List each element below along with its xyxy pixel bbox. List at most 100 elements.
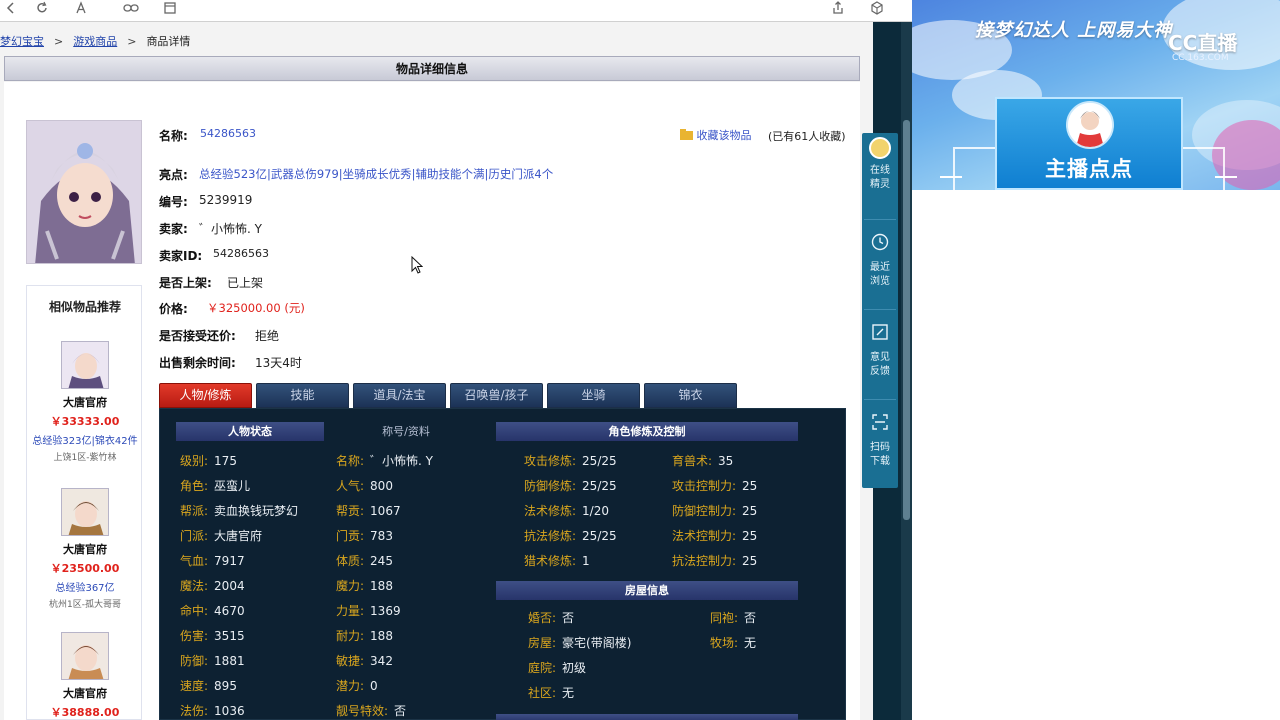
- float-label: 在线: [870, 165, 890, 176]
- stat-value: 25/25: [582, 454, 617, 468]
- remaining-time-value: 13天4时: [255, 356, 302, 370]
- stat-row: 抗法修炼: 25/25: [524, 527, 617, 544]
- stat-value: 25: [742, 529, 758, 543]
- back-icon[interactable]: [2, 1, 20, 19]
- stat-row: 力量: 1369: [336, 602, 401, 619]
- tab-pets[interactable]: 召唤兽/孩子: [450, 383, 543, 408]
- stat-value: 卖血换钱玩梦幻: [214, 504, 299, 518]
- stat-row: 法伤: 1036: [180, 702, 245, 719]
- stat-key: 同袍:: [710, 611, 739, 625]
- stat-key: 门派:: [180, 529, 209, 543]
- stat-key: 敏捷:: [336, 654, 365, 668]
- stat-key: 防御控制力:: [672, 504, 737, 518]
- similar-item-price: ￥38888.00: [50, 706, 120, 719]
- stat-row: 体质: 245: [336, 552, 393, 569]
- stat-key: 法术修炼:: [524, 504, 577, 518]
- frame-decoration: [1183, 147, 1225, 190]
- favorite-button[interactable]: 收藏该物品: [680, 127, 752, 143]
- stat-key: 名称:: [336, 454, 365, 468]
- stat-row: 牧场: 无: [710, 634, 756, 651]
- stat-value: 1: [582, 554, 590, 568]
- stat-value: 初级: [562, 661, 587, 675]
- stat-value: 否: [744, 611, 757, 625]
- similar-item-card[interactable]: 大唐官府 ￥38888.00: [27, 632, 143, 720]
- cc-live-domain: CC.163.COM: [1172, 53, 1229, 63]
- similar-item-desc[interactable]: 总经验323亿|锦衣42件: [27, 432, 143, 447]
- frame-decoration: [953, 147, 995, 190]
- stat-row: 门贡: 783: [336, 527, 393, 544]
- online-assistant-button[interactable]: 在线 精灵: [862, 137, 898, 192]
- tab-outfits[interactable]: 锦衣: [644, 383, 737, 408]
- stat-value: ゛小怖怖. Y: [370, 454, 434, 468]
- scan-download-button[interactable]: 扫码 下载: [862, 413, 898, 469]
- stat-row: 攻击控制力: 25: [672, 477, 757, 494]
- stat-key: 社区:: [528, 686, 557, 700]
- stat-value: 895: [214, 679, 237, 693]
- stat-key: 耐力:: [336, 629, 365, 643]
- stat-value: 3515: [214, 629, 245, 643]
- similar-item-card[interactable]: 大唐官府 ￥33333.00 总经验323亿|锦衣42件 上饶1区-紫竹林: [27, 341, 143, 463]
- stat-key: 防御修炼:: [524, 479, 577, 493]
- link-icon[interactable]: [122, 1, 140, 19]
- favorite-label[interactable]: 收藏该物品: [697, 129, 752, 142]
- breadcrumb-separator: >: [127, 35, 137, 48]
- similar-item-desc[interactable]: 总经验367亿: [27, 579, 143, 594]
- stat-value: 25: [742, 554, 758, 568]
- stat-row: 角色: 巫蛮儿: [180, 477, 250, 494]
- stat-row: 抗法控制力: 25: [672, 552, 757, 569]
- stat-value: 大唐官府: [214, 529, 263, 543]
- stat-key: 靓号特效:: [336, 704, 389, 718]
- stat-value: 否: [394, 704, 407, 718]
- tab-items[interactable]: 道具/法宝: [353, 383, 446, 408]
- stat-key: 攻击控制力:: [672, 479, 737, 493]
- stat-row: 耐力: 188: [336, 627, 393, 644]
- similar-item-card[interactable]: 大唐官府 ￥23500.00 总经验367亿 杭州1区-孤大哥哥: [27, 488, 143, 610]
- edit-icon: [872, 324, 888, 340]
- stat-row: 速度: 895: [180, 677, 237, 694]
- similar-item-thumbnail[interactable]: [61, 632, 109, 680]
- stat-key: 法术控制力:: [672, 529, 737, 543]
- stat-key: 帮派:: [180, 504, 209, 518]
- stat-key: 抗法修炼:: [524, 529, 577, 543]
- breadcrumb-category-link[interactable]: 游戏商品: [73, 35, 117, 48]
- similar-item-thumbnail[interactable]: [61, 341, 109, 389]
- bargain-value: 拒绝: [255, 329, 280, 343]
- share-icon[interactable]: [829, 1, 847, 19]
- feedback-button[interactable]: 意见 反馈: [862, 323, 898, 379]
- stat-key: 命中:: [180, 604, 209, 618]
- refresh-icon[interactable]: [33, 1, 51, 19]
- similar-item-thumbnail[interactable]: [61, 488, 109, 536]
- tab-character[interactable]: 人物/修炼: [159, 383, 252, 408]
- stat-row: 名称: ゛小怖怖. Y: [336, 452, 433, 469]
- stat-row: 门派: 大唐官府: [180, 527, 262, 544]
- stat-row: 靓号特效: 否: [336, 702, 406, 719]
- stat-value: 2004: [214, 579, 245, 593]
- similar-item-school: 大唐官府: [63, 396, 107, 409]
- font-icon[interactable]: [72, 1, 90, 19]
- recent-browsing-button[interactable]: 最近 浏览: [862, 233, 898, 289]
- stat-value: 35: [718, 454, 734, 468]
- extension-icon[interactable]: [868, 1, 886, 19]
- stat-value: 巫蛮儿: [214, 479, 251, 493]
- stat-row: 帮贡: 1067: [336, 502, 401, 519]
- stat-key: 门贡:: [336, 529, 365, 543]
- tab-skills[interactable]: 技能: [256, 383, 349, 408]
- tab-mounts[interactable]: 坐骑: [547, 383, 640, 408]
- bookmark-icon[interactable]: [161, 1, 179, 19]
- stat-value: 0: [370, 679, 378, 693]
- stat-key: 魔力:: [336, 579, 365, 593]
- stat-row: 防御控制力: 25: [672, 502, 757, 519]
- stat-key: 潜力:: [336, 679, 365, 693]
- id-label: 编号:: [159, 195, 188, 209]
- similar-item-school: 大唐官府: [63, 687, 107, 700]
- floating-service-bar: 在线 精灵 最近 浏览 意见 反馈 扫码 下载: [862, 133, 898, 488]
- breadcrumb-home-link[interactable]: 梦幻宝宝: [0, 35, 44, 48]
- stat-value: 否: [562, 611, 575, 625]
- float-label: 最近: [870, 262, 890, 273]
- stat-key: 气血:: [180, 554, 209, 568]
- stat-key: 伤害:: [180, 629, 209, 643]
- scrollbar-thumb[interactable]: [903, 120, 910, 520]
- stat-value: 1881: [214, 654, 245, 668]
- stat-row: 魔力: 188: [336, 577, 393, 594]
- stat-key: 育兽术:: [672, 454, 713, 468]
